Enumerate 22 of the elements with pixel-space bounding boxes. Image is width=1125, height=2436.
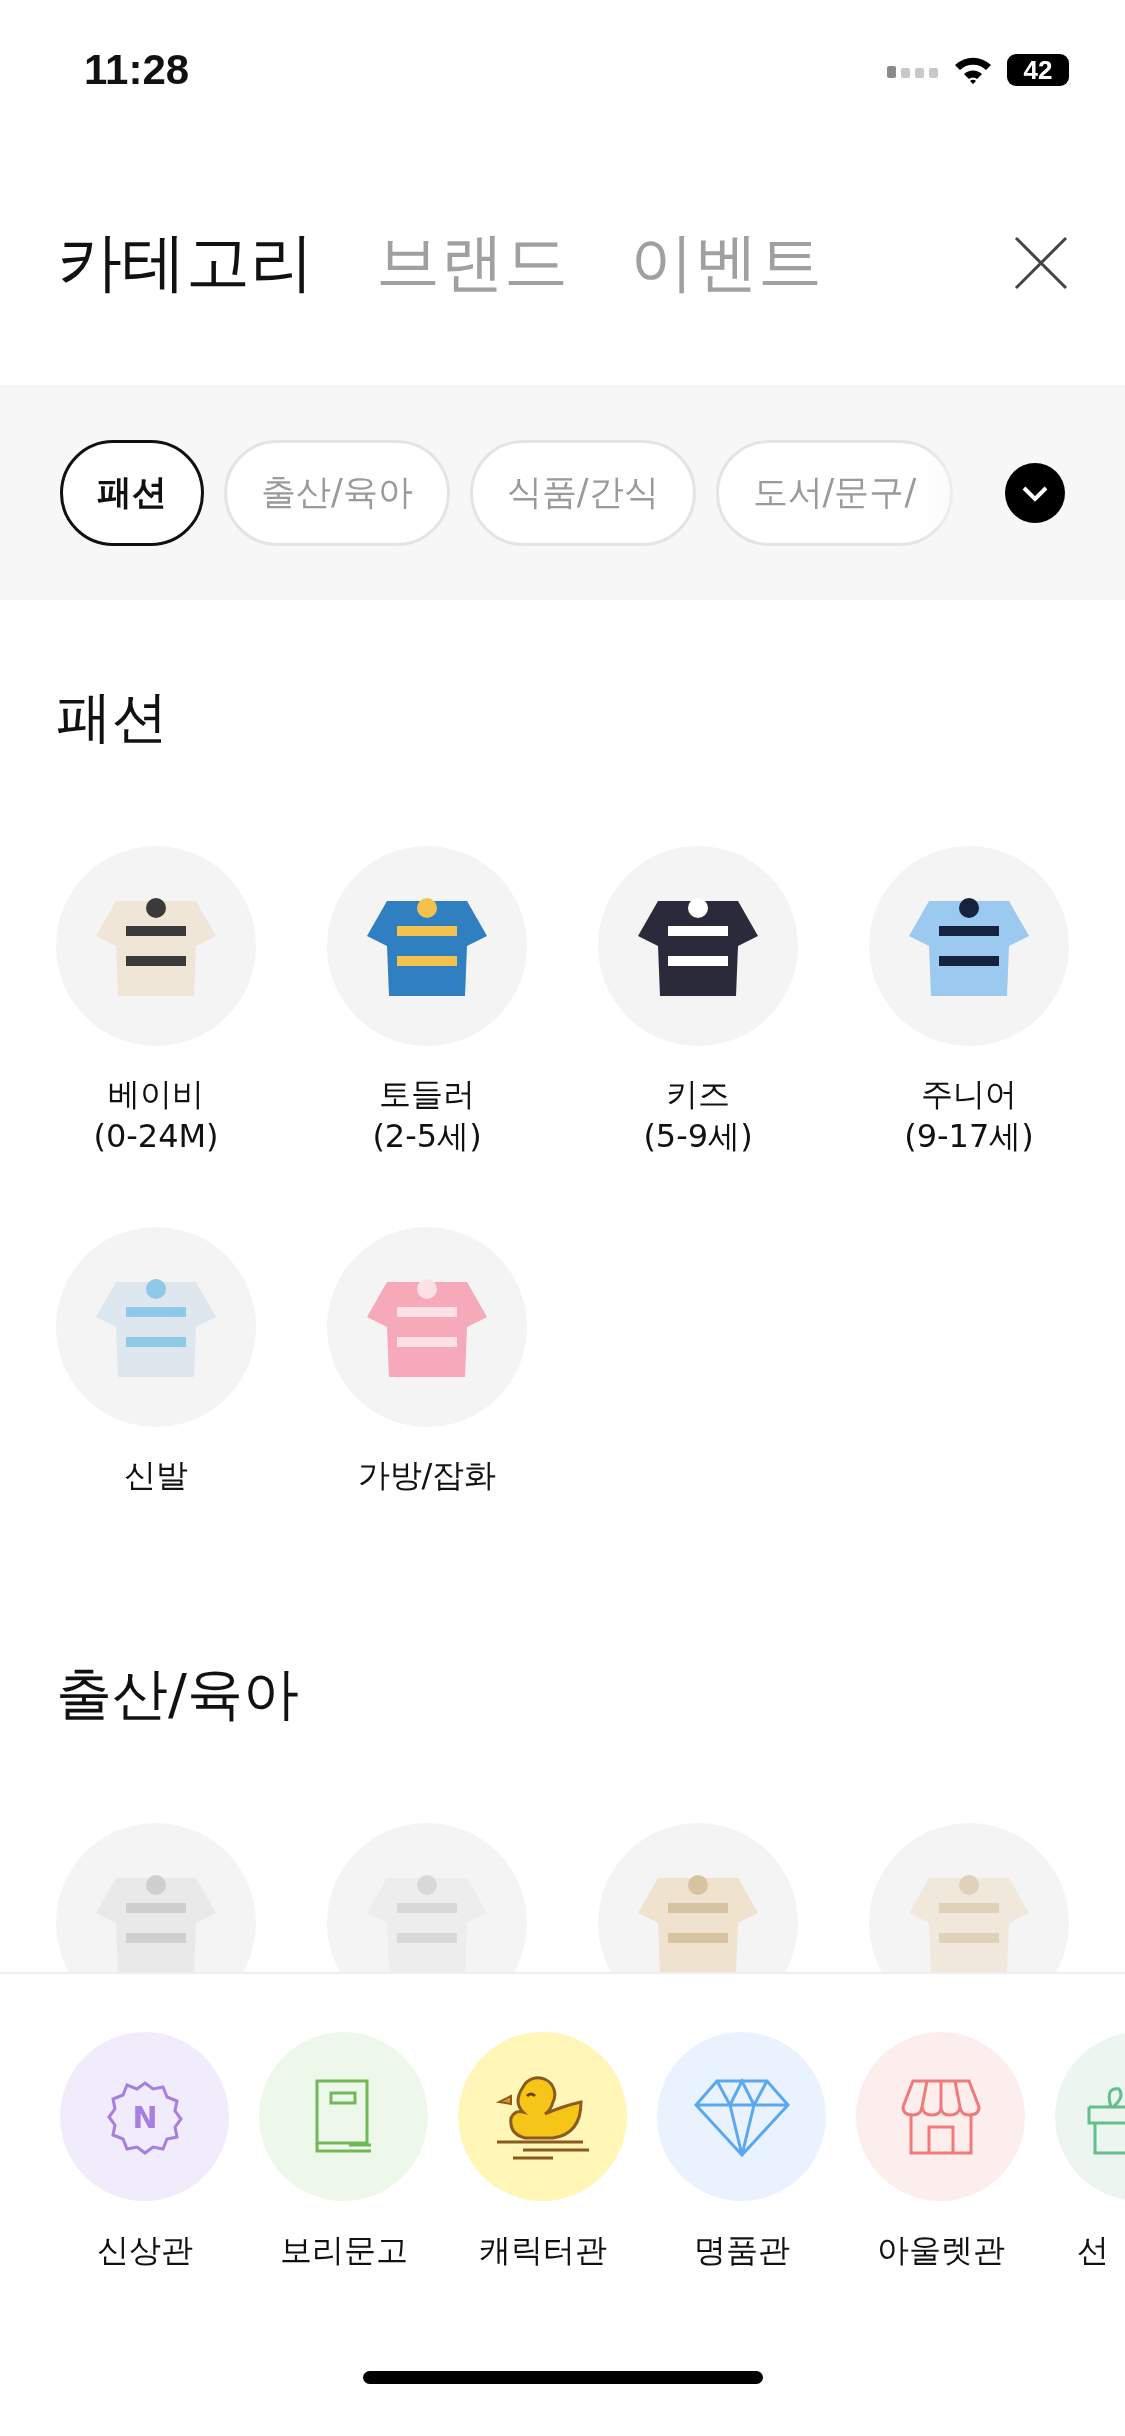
category-label[interactable]: 토들러 (2-5세) bbox=[372, 1074, 482, 1158]
shortcut-label[interactable]: 명품관 bbox=[693, 2229, 790, 2273]
shortcut-label[interactable]: 아울렛관 bbox=[876, 2229, 1005, 2273]
wifi-icon bbox=[953, 55, 993, 85]
category-label[interactable]: 신발 bbox=[124, 1455, 188, 1497]
shortcut-label[interactable]: 선 bbox=[1077, 2229, 1109, 2273]
category-label[interactable]: 키즈 (5-9세) bbox=[643, 1074, 753, 1158]
shortcut-label[interactable]: 캐릭터관 bbox=[478, 2229, 607, 2273]
shortcut-label[interactable]: 보리문고 bbox=[279, 2229, 408, 2273]
category-label[interactable]: 주니어 (9-17세) bbox=[904, 1074, 1034, 1158]
category-label[interactable]: 베이비 (0-24M) bbox=[93, 1074, 219, 1158]
status-time: 11:28 bbox=[84, 46, 190, 94]
category-label[interactable]: 가방/잡화 bbox=[357, 1455, 497, 1497]
category-tab[interactable]: 카테고리 bbox=[58, 219, 314, 306]
close-icon[interactable] bbox=[1013, 234, 1069, 291]
battery-icon: 42 bbox=[1007, 54, 1069, 86]
section-title: 패션 bbox=[56, 683, 169, 751]
diamond-icon bbox=[691, 2076, 792, 2157]
expand-button[interactable] bbox=[1005, 463, 1065, 523]
shortcut-label[interactable]: 신상관 bbox=[96, 2229, 193, 2273]
section-title: 출산/육아 bbox=[56, 1659, 300, 1728]
filter-chip[interactable]: 패션 bbox=[60, 439, 204, 546]
